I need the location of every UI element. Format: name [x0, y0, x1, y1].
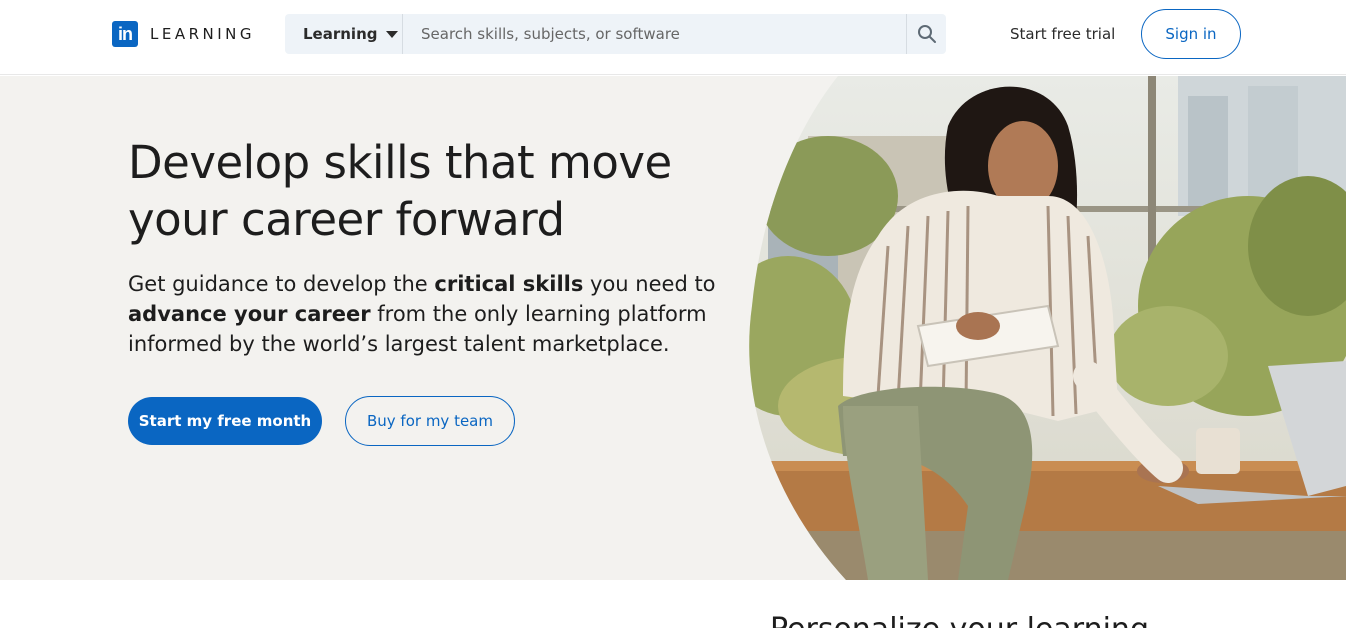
search-button[interactable] [906, 14, 946, 54]
hero-section: Develop skills that move your career for… [0, 76, 1346, 580]
hero-title-line-2: your career forward [128, 193, 565, 246]
hero-title: Develop skills that move your career for… [128, 134, 768, 248]
logo-wordmark: LEARNING [150, 25, 256, 43]
sign-in-button[interactable]: Sign in [1141, 9, 1241, 59]
caret-down-icon [385, 30, 398, 38]
subtitle-emphasis: critical skills [434, 272, 584, 296]
hero-subtitle: Get guidance to develop the critical ski… [128, 269, 748, 359]
search-category-dropdown[interactable]: Learning [285, 14, 403, 54]
buy-for-team-button[interactable]: Buy for my team [345, 396, 515, 446]
next-section-heading: Personalize your learning [770, 612, 1149, 628]
subtitle-text: Get guidance to develop the [128, 272, 435, 296]
linkedin-logo-icon: in [112, 21, 138, 47]
subtitle-emphasis: advance your career [128, 302, 371, 326]
start-free-trial-link[interactable]: Start free trial [1010, 25, 1115, 43]
start-free-month-button[interactable]: Start my free month [128, 397, 322, 445]
subtitle-text: you need to [583, 272, 716, 296]
search-bar: Learning [285, 14, 946, 54]
search-icon [917, 25, 936, 43]
linkedin-learning-logo[interactable]: in LEARNING [112, 21, 255, 47]
search-category-label: Learning [303, 25, 378, 43]
hero-title-line-1: Develop skills that move [128, 136, 672, 189]
search-input[interactable] [403, 14, 906, 54]
top-nav: in LEARNING Learning Start free trial Si… [0, 0, 1346, 75]
hero-photo [749, 76, 1346, 580]
